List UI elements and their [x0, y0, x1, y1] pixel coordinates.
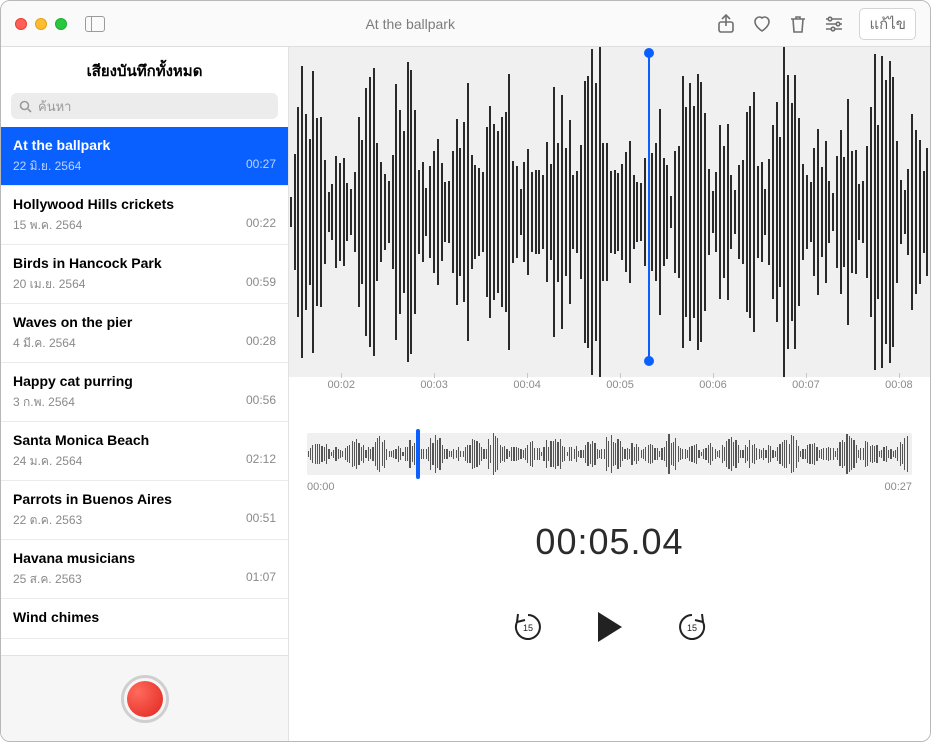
recording-name: Santa Monica Beach [13, 432, 276, 448]
recording-date: 4 มี.ค. 2564 [13, 334, 76, 353]
search-icon [19, 100, 32, 113]
ruler-tick: 00:03 [420, 379, 448, 391]
recording-date: 15 พ.ค. 2564 [13, 216, 82, 235]
toolbar-right: แก้ไข [715, 8, 916, 40]
record-button[interactable] [121, 675, 169, 723]
recording-item[interactable]: At the ballpark 22 มิ.ย. 2564 00:27 [1, 127, 288, 186]
playhead[interactable] [648, 53, 650, 361]
trash-icon [789, 14, 807, 34]
recording-duration: 00:51 [246, 511, 276, 530]
recording-item[interactable]: Santa Monica Beach 24 ม.ค. 2564 02:12 [1, 422, 288, 481]
titlebar: At the ballpark แก้ไข [1, 1, 930, 47]
recording-date: 24 ม.ค. 2564 [13, 452, 82, 471]
ruler-tick: 00:06 [699, 379, 727, 391]
play-button[interactable] [590, 607, 630, 647]
recording-name: Parrots in Buenos Aires [13, 491, 276, 507]
recording-name: At the ballpark [13, 137, 276, 153]
recording-duration: 00:22 [246, 216, 276, 235]
sidebar-heading: เสียงบันทึกทั้งหมด [1, 47, 288, 93]
recording-duration: 02:12 [246, 452, 276, 471]
playback-controls: 15 15 [289, 607, 930, 647]
share-icon [717, 14, 735, 34]
ruler-tick: 00:07 [792, 379, 820, 391]
sidebar: เสียงบันทึกทั้งหมด ค้นหา At the ballpark… [1, 47, 289, 741]
app-body: เสียงบันทึกทั้งหมด ค้นหา At the ballpark… [1, 47, 930, 741]
recording-duration: 00:56 [246, 393, 276, 412]
overview-labels: 00:00 00:27 [307, 481, 912, 493]
sliders-icon [824, 15, 844, 33]
recordings-list: At the ballpark 22 มิ.ย. 2564 00:27 Hollywo… [1, 127, 288, 655]
recording-name: Birds in Hancock Park [13, 255, 276, 271]
forward-15-icon: 15 [675, 610, 709, 644]
app-window: At the ballpark แก้ไข เสียงบันทึกทั้งหมด… [0, 0, 931, 742]
svg-text:15: 15 [522, 623, 532, 633]
ruler-tick: 00:08 [885, 379, 913, 391]
recording-date: 3 ก.พ. 2564 [13, 393, 75, 412]
record-footer [1, 655, 288, 741]
overview-end-label: 00:27 [884, 481, 912, 493]
detail-pane: 00:02 00:03 00:04 00:05 00:06 00:07 00:08 00:0… [289, 47, 930, 741]
ruler-tick: 00:05 [606, 379, 634, 391]
overview-playhead[interactable] [416, 429, 420, 479]
overview-start-label: 00:00 [307, 481, 335, 493]
heart-icon [752, 15, 772, 33]
play-icon [595, 610, 625, 644]
delete-button[interactable] [787, 13, 809, 35]
recording-date: 22 ต.ค. 2563 [13, 511, 82, 530]
recording-item[interactable]: Birds in Hancock Park 20 เม.ย. 2564 00:59 [1, 245, 288, 304]
ruler-tick: 00:04 [513, 379, 541, 391]
recording-item[interactable]: Havana musicians 25 ส.ค. 2563 01:07 [1, 540, 288, 599]
recording-name: Wind chimes [13, 609, 276, 625]
window-title: At the ballpark [105, 16, 715, 32]
playback-settings-button[interactable] [823, 13, 845, 35]
recording-duration: 00:28 [246, 334, 276, 353]
recording-duration: 00:59 [246, 275, 276, 294]
ruler-tick: 00:02 [327, 379, 355, 391]
recording-name: Hollywood Hills crickets [13, 196, 276, 212]
recording-date: 20 เม.ย. 2564 [13, 275, 85, 294]
search-input[interactable]: ค้นหา [11, 93, 278, 119]
recording-duration: 00:27 [246, 157, 276, 176]
recording-name: Happy cat purring [13, 373, 276, 389]
recording-item[interactable]: Happy cat purring 3 ก.พ. 2564 00:56 [1, 363, 288, 422]
time-ruler: 00:02 00:03 00:04 00:05 00:06 00:07 00:08 [289, 377, 930, 403]
share-button[interactable] [715, 13, 737, 35]
search-placeholder: ค้นหา [38, 96, 71, 117]
waveform-overview[interactable] [307, 433, 912, 475]
recording-name: Havana musicians [13, 550, 276, 566]
rewind-15-button[interactable]: 15 [508, 607, 548, 647]
sidebar-toggle-button[interactable] [85, 16, 105, 32]
record-icon [127, 681, 163, 717]
forward-15-button[interactable]: 15 [672, 607, 712, 647]
svg-text:15: 15 [686, 623, 696, 633]
recording-date: 25 ส.ค. 2563 [13, 570, 82, 589]
recording-item[interactable]: Wind chimes [1, 599, 288, 639]
timecode: 00:05.04 [289, 521, 930, 563]
recording-item[interactable]: Hollywood Hills crickets 15 พ.ค. 2564 00:2… [1, 186, 288, 245]
zoom-window-button[interactable] [55, 18, 67, 30]
minimize-window-button[interactable] [35, 18, 47, 30]
recording-item[interactable]: Parrots in Buenos Aires 22 ต.ค. 2563 00:51 [1, 481, 288, 540]
waveform-main[interactable] [289, 47, 930, 377]
overview-bars [307, 437, 912, 471]
recording-item[interactable]: Waves on the pier 4 มี.ค. 2564 00:28 [1, 304, 288, 363]
recording-name: Waves on the pier [13, 314, 276, 330]
close-window-button[interactable] [15, 18, 27, 30]
waveform-bars [289, 65, 930, 359]
edit-button[interactable]: แก้ไข [859, 8, 916, 40]
rewind-15-icon: 15 [511, 610, 545, 644]
favorite-button[interactable] [751, 13, 773, 35]
recording-date: 22 มิ.ย. 2564 [13, 157, 81, 176]
recording-duration: 01:07 [246, 570, 276, 589]
window-controls [15, 18, 67, 30]
